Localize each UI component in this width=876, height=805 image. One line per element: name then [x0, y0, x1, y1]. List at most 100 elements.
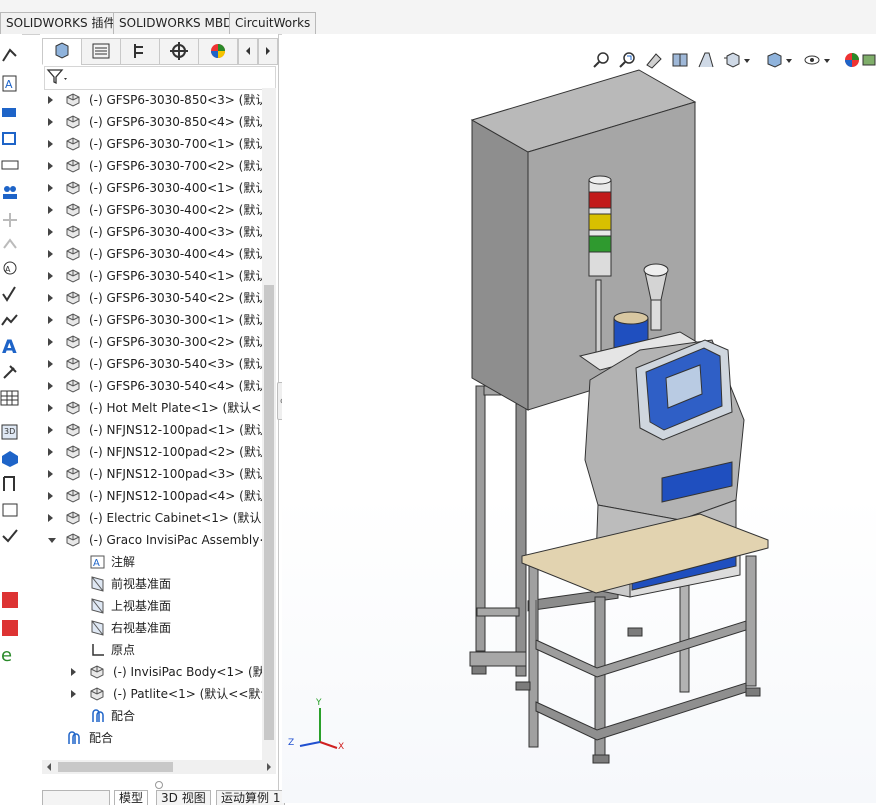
expand-arrow-icon[interactable] — [48, 272, 53, 280]
tab-solidworks-mbd[interactable]: SOLIDWORKS MBD — [113, 12, 239, 34]
expand-arrow-icon[interactable] — [48, 228, 53, 236]
tree-item-component[interactable]: (-) GFSP6-3030-850<3> (默认< — [44, 89, 262, 111]
tree-item-component[interactable]: (-) GFSP6-3030-400<4> (默认< — [44, 243, 262, 265]
expand-arrow-icon[interactable] — [48, 360, 53, 368]
tree-item-component[interactable]: (-) NFJNS12-100pad<4> (默认 — [44, 485, 262, 507]
propertymanager-tab[interactable] — [81, 38, 121, 65]
auto-balloon-icon[interactable] — [0, 128, 20, 148]
expand-arrow-icon[interactable] — [48, 426, 53, 434]
part-icon — [65, 356, 82, 372]
expand-arrow-icon[interactable] — [48, 162, 53, 170]
pdf-icon[interactable] — [0, 590, 20, 610]
tree-item-component[interactable]: (-) NFJNS12-100pad<3> (默认 — [44, 463, 262, 485]
tree-item-component[interactable]: (-) Hot Melt Plate<1> (默认<< — [44, 397, 262, 419]
expand-arrow-icon[interactable] — [71, 690, 76, 698]
note-icon[interactable]: A — [0, 74, 20, 94]
expand-arrow-icon[interactable] — [48, 316, 53, 324]
hole-callout-icon[interactable] — [0, 362, 20, 382]
3d-pdf-icon[interactable] — [0, 618, 20, 638]
tab-scroll-right[interactable] — [258, 38, 278, 65]
stacked-balloon-icon[interactable] — [0, 210, 20, 230]
3d-view-icon[interactable]: 3D — [0, 422, 20, 442]
tree-item-component[interactable]: (-) Graco InvisiPac Assembly< — [44, 529, 262, 551]
geometric-tolerance-icon[interactable] — [0, 310, 20, 330]
expand-arrow-icon[interactable] — [48, 206, 53, 214]
table-icon[interactable] — [0, 388, 20, 408]
smart-dimension-icon[interactable] — [0, 46, 20, 66]
expand-arrow-icon[interactable] — [48, 140, 53, 148]
expand-arrow-icon[interactable] — [48, 404, 53, 412]
tree-item-child[interactable]: (-) InvisiPac Body<1> (默认 — [44, 661, 262, 683]
datum-feature-icon[interactable] — [0, 284, 20, 304]
tab-solidworks-addins[interactable]: SOLIDWORKS 插件 — [0, 12, 122, 34]
tree-item-component[interactable]: (-) GFSP6-3030-540<4> (默认< — [44, 375, 262, 397]
tree-item-label: (-) Patlite<1> (默认<<默认 — [113, 687, 262, 701]
dimxpert-tab[interactable] — [159, 38, 199, 65]
expand-arrow-icon[interactable] — [48, 118, 53, 126]
scroll-left-icon[interactable] — [42, 760, 56, 774]
part-icon — [65, 334, 82, 350]
text-icon[interactable]: A — [0, 336, 20, 356]
tree-item-child[interactable]: 右视基准面 — [44, 617, 262, 639]
edrawings-icon[interactable]: e — [0, 644, 20, 664]
part-icon — [65, 224, 82, 240]
expand-arrow-icon[interactable] — [48, 96, 53, 104]
svg-text:A: A — [5, 265, 11, 274]
datum-target-icon[interactable] — [0, 474, 20, 494]
filter-icon[interactable] — [45, 67, 69, 87]
check-icon[interactable] — [0, 526, 20, 546]
tree-item-child[interactable]: 上视基准面 — [44, 595, 262, 617]
expand-arrow-icon[interactable] — [48, 492, 53, 500]
scroll-right-icon[interactable] — [262, 760, 276, 774]
ebom-icon[interactable] — [0, 500, 20, 520]
tree-item-child[interactable]: A 注解 — [44, 551, 262, 573]
expand-arrow-icon[interactable] — [48, 250, 53, 258]
tree-item-component[interactable]: (-) GFSP6-3030-540<1> (默认< — [44, 265, 262, 287]
surface-finish-icon[interactable] — [0, 234, 20, 254]
tree-item-child[interactable]: 配合 — [44, 705, 262, 727]
tree-item-component[interactable]: (-) NFJNS12-100pad<1> (默认 — [44, 419, 262, 441]
bom-balloon-icon[interactable] — [0, 182, 20, 202]
tree-item-component[interactable]: (-) GFSP6-3030-850<4> (默认< — [44, 111, 262, 133]
magnetic-line-icon[interactable] — [0, 156, 20, 176]
weld-symbol-icon[interactable]: A — [0, 258, 20, 278]
expand-arrow-icon[interactable] — [48, 184, 53, 192]
tree-item-mates[interactable]: 配合 — [44, 727, 262, 749]
tree-vertical-scroll-thumb[interactable] — [264, 285, 274, 740]
tree-item-label: (-) GFSP6-3030-400<4> (默认< — [89, 247, 262, 261]
tree-item-component[interactable]: (-) GFSP6-3030-700<1> (默认< — [44, 133, 262, 155]
tree-item-component[interactable]: (-) GFSP6-3030-300<1> (默认< — [44, 309, 262, 331]
featuremanager-tree-tab[interactable] — [42, 38, 82, 65]
expand-arrow-icon[interactable] — [71, 668, 76, 676]
tree-item-child[interactable]: (-) Patlite<1> (默认<<默认 — [44, 683, 262, 705]
expand-arrow-icon[interactable] — [48, 470, 53, 478]
expand-arrow-icon[interactable] — [48, 294, 53, 302]
tree-item-component[interactable]: (-) GFSP6-3030-400<1> (默认< — [44, 177, 262, 199]
tree-item-component[interactable]: (-) GFSP6-3030-300<2> (默认< — [44, 331, 262, 353]
tree-item-component[interactable]: (-) GFSP6-3030-540<2> (默认< — [44, 287, 262, 309]
splitter-handle[interactable] — [155, 781, 163, 789]
expand-arrow-icon[interactable] — [48, 514, 53, 522]
tree-item-component[interactable]: (-) GFSP6-3030-400<2> (默认< — [44, 199, 262, 221]
configurationmanager-tab[interactable] — [120, 38, 160, 65]
tree-item-component[interactable]: (-) GFSP6-3030-400<3> (默认< — [44, 221, 262, 243]
tree-filter[interactable] — [44, 66, 276, 90]
tree-item-child[interactable]: 原点 — [44, 639, 262, 661]
expand-arrow-icon[interactable] — [48, 382, 53, 390]
expand-arrow-icon[interactable] — [48, 448, 53, 456]
display-manager-tab[interactable] — [198, 38, 238, 65]
tree-item-component[interactable]: (-) Electric Cabinet<1> (默认< — [44, 507, 262, 529]
tree-item-child[interactable]: 前视基准面 — [44, 573, 262, 595]
publish-icon[interactable] — [0, 448, 20, 468]
tree-item-label: (-) InvisiPac Body<1> (默认 — [113, 665, 262, 679]
tree-item-component[interactable]: (-) GFSP6-3030-540<3> (默认< — [44, 353, 262, 375]
collapse-arrow-icon[interactable] — [48, 538, 56, 543]
graphics-area[interactable]: Y X Z — [282, 34, 876, 803]
tab-circuitworks[interactable]: CircuitWorks — [229, 12, 317, 34]
tree-horizontal-scroll-thumb[interactable] — [58, 762, 173, 772]
balloon-icon[interactable] — [0, 100, 20, 120]
expand-arrow-icon[interactable] — [48, 338, 53, 346]
tab-scroll-left[interactable] — [238, 38, 258, 65]
tree-item-component[interactable]: (-) NFJNS12-100pad<2> (默认 — [44, 441, 262, 463]
tree-item-component[interactable]: (-) GFSP6-3030-700<2> (默认< — [44, 155, 262, 177]
